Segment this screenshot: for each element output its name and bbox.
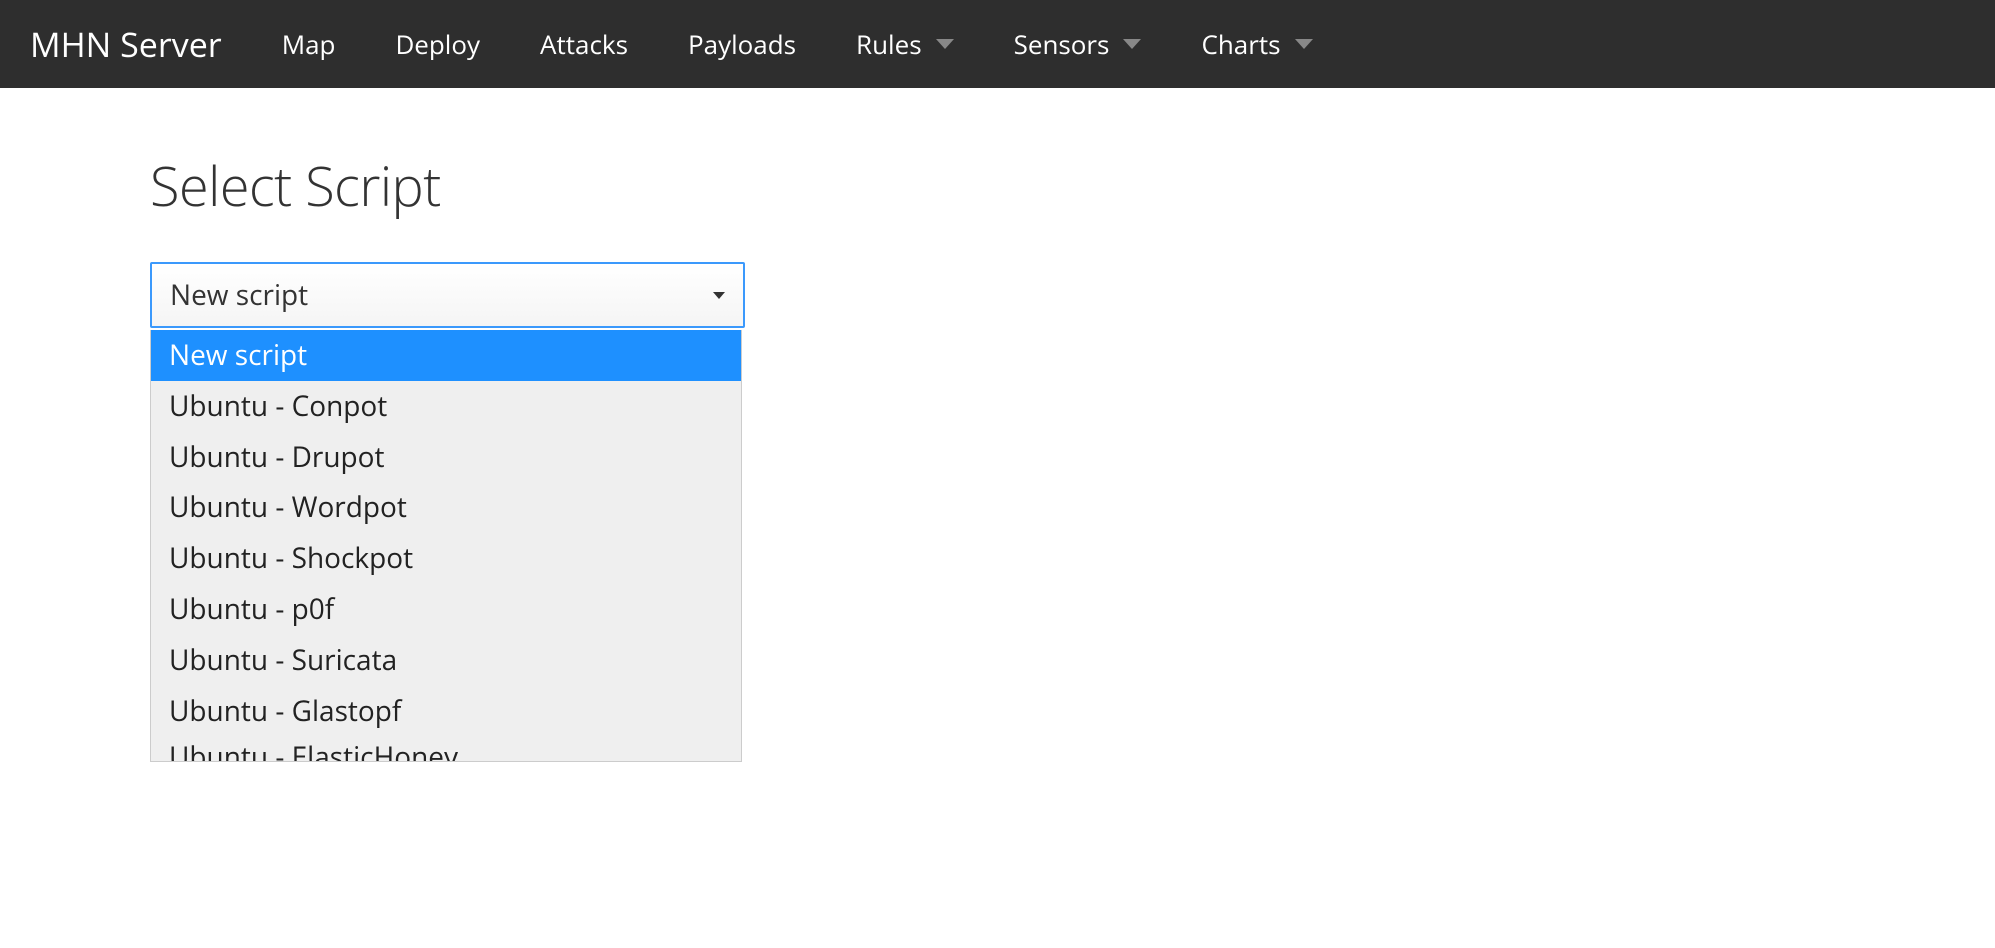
nav-item-label: Charts — [1201, 26, 1280, 62]
script-option[interactable]: Ubuntu - Glastopf — [151, 686, 741, 737]
nav-item-sensors[interactable]: Sensors — [1014, 26, 1142, 62]
brand-title[interactable]: MHN Server — [30, 21, 222, 67]
nav-item-label: Payloads — [688, 26, 796, 62]
nav-item-attacks[interactable]: Attacks — [540, 26, 628, 62]
nav-item-charts[interactable]: Charts — [1201, 26, 1312, 62]
nav-item-label: Deploy — [395, 26, 480, 62]
nav-item-deploy[interactable]: Deploy — [395, 26, 480, 62]
nav-item-label: Sensors — [1014, 26, 1110, 62]
nav-item-payloads[interactable]: Payloads — [688, 26, 796, 62]
nav-list: Map Deploy Attacks Payloads Rules Sensors Char… — [282, 26, 1313, 62]
nav-item-rules[interactable]: Rules — [856, 26, 954, 62]
navbar: MHN Server Map Deploy Attacks Payloads Rules… — [0, 0, 1995, 88]
page-title: Select Script — [150, 148, 1845, 222]
chevron-down-icon — [713, 292, 725, 299]
script-option[interactable]: Ubuntu - Conpot — [151, 381, 741, 432]
script-dropdown: New scriptUbuntu - ConpotUbuntu - Drupot… — [150, 330, 742, 762]
script-select[interactable]: New script — [150, 262, 745, 328]
chevron-down-icon — [1295, 39, 1313, 49]
nav-item-label: Map — [282, 26, 336, 62]
script-option[interactable]: Ubuntu - Suricata — [151, 635, 741, 686]
script-option[interactable]: Ubuntu - Drupot — [151, 432, 741, 483]
script-select-value: New script — [170, 276, 308, 314]
script-option[interactable]: Ubuntu - p0f — [151, 584, 741, 635]
nav-item-label: Attacks — [540, 26, 628, 62]
nav-item-label: Rules — [856, 26, 922, 62]
script-option[interactable]: New script — [151, 330, 741, 381]
script-option[interactable]: Ubuntu - Shockpot — [151, 533, 741, 584]
chevron-down-icon — [936, 39, 954, 49]
nav-item-map[interactable]: Map — [282, 26, 336, 62]
script-option[interactable]: Ubuntu - Wordpot — [151, 482, 741, 533]
script-option[interactable]: Ubuntu - ElasticHoney — [151, 736, 741, 761]
chevron-down-icon — [1123, 39, 1141, 49]
main-content: Select Script New script New scriptUbunt… — [0, 88, 1995, 388]
script-select-wrapper: New script New scriptUbuntu - ConpotUbun… — [150, 262, 745, 328]
